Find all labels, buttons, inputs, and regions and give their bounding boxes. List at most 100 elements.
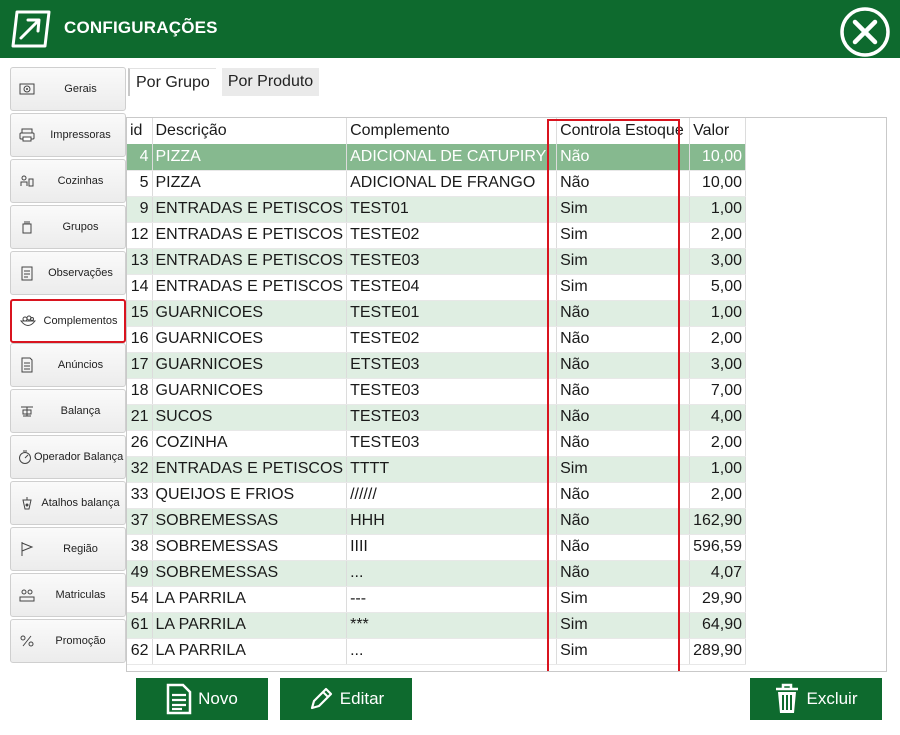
sidebar-item-observacoes[interactable]: Observações — [10, 251, 126, 295]
cell-valor: 1,00 — [689, 456, 747, 483]
new-button[interactable]: Novo — [136, 678, 268, 720]
cell-valor: 596,59 — [689, 534, 747, 561]
table-row[interactable]: 18 GUARNICOES TESTE03 Não 7,00 — [127, 378, 747, 405]
column-header-controla-estoque[interactable]: Controla Estoque — [556, 118, 691, 144]
trash-icon — [776, 683, 799, 713]
pencil-icon — [310, 687, 332, 710]
table-row[interactable]: 26 COZINHA TESTE03 Não 2,00 — [127, 430, 747, 457]
table-row[interactable]: 14 ENTRADAS E PETISCOS TESTE04 Sim 5,00 — [127, 274, 747, 301]
table-row[interactable]: 9 ENTRADAS E PETISCOS TEST01 Sim 1,00 — [127, 196, 747, 223]
sidebar-item-gerais[interactable]: Gerais — [10, 67, 126, 111]
table-row[interactable]: 33 QUEIJOS E FRIOS//////Não 2,00 — [127, 482, 747, 509]
cell-complemento: ADICIONAL DE FRANGO — [346, 170, 558, 197]
registration-icon — [16, 587, 38, 603]
cell-controla-estoque: Não — [556, 144, 691, 171]
sidebar-item-operador-balanca[interactable]: Operador Balança — [10, 435, 126, 479]
sidebar-item-label: Impressoras — [50, 129, 111, 141]
cell-controla-estoque: Não — [556, 534, 691, 561]
cell-controla-estoque: Sim — [556, 586, 691, 613]
cell-id: 61 — [127, 612, 153, 639]
sidebar-item-label: Observações — [48, 267, 113, 279]
table-row[interactable]: 13 ENTRADAS E PETISCOS TESTE03 Sim 3,00 — [127, 248, 747, 275]
sidebar-item-matriculas[interactable]: Matriculas — [10, 573, 126, 617]
tab-por-produto[interactable]: Por Produto — [221, 68, 320, 96]
cell-valor: 2,00 — [689, 430, 747, 457]
sidebar-item-promocao[interactable]: Promoção — [10, 619, 126, 663]
table-row[interactable]: 12 ENTRADAS E PETISCOS TESTE02 Sim 2,00 — [127, 222, 747, 249]
column-header-id[interactable]: id — [127, 118, 153, 144]
sidebar-item-anuncios[interactable]: Anúncios — [10, 343, 126, 387]
table-row[interactable]: 15 GUARNICOES TESTE01 Não 1,00 — [127, 300, 747, 327]
cell-id: 12 — [127, 222, 153, 249]
close-icon[interactable] — [838, 5, 892, 59]
delete-button[interactable]: Excluir — [750, 678, 882, 720]
sidebar-item-label: Anúncios — [57, 359, 104, 371]
cell-complemento: TESTE03 — [346, 430, 558, 457]
cell-valor: 5,00 — [689, 274, 747, 301]
table-row[interactable]: 61 LA PARRILA *** Sim 64,90 — [127, 612, 747, 639]
cell-descricao: GUARNICOES — [152, 352, 348, 379]
sidebar-item-regiao[interactable]: Região — [10, 527, 126, 571]
promotion-icon — [16, 633, 38, 649]
table-row[interactable]: 54 LA PARRILA --- Sim 29,90 — [127, 586, 747, 613]
table-row[interactable]: 4 PIZZA ADICIONAL DE CATUPIRY Não 10,00 — [127, 144, 747, 171]
table-row[interactable]: 16 GUARNICOES TESTE02 Não 2,00 — [127, 326, 747, 353]
cell-id: 13 — [127, 248, 153, 275]
cell-complemento: ... — [346, 560, 558, 587]
sidebar-item-impressoras[interactable]: Impressoras — [10, 113, 126, 157]
cell-id: 32 — [127, 456, 153, 483]
cell-controla-estoque: Não — [556, 482, 691, 509]
cell-valor: 64,90 — [689, 612, 747, 639]
flag-icon — [16, 541, 38, 557]
cell-valor: 289,90 — [689, 638, 747, 665]
cell-controla-estoque: Sim — [556, 222, 691, 249]
cell-controla-estoque: Sim — [556, 456, 691, 483]
cell-controla-estoque: Não — [556, 326, 691, 353]
sidebar-item-label: Cozinhas — [57, 175, 104, 187]
sidebar-item-label: Complementos — [43, 315, 118, 327]
sidebar-item-label: Gerais — [64, 83, 97, 95]
table-row[interactable]: 62 LA PARRILA... Sim 289,90 — [127, 638, 747, 665]
cell-descricao: GUARNICOES — [152, 378, 348, 405]
sidebar-item-atalhos-balanca[interactable]: Atalhos balança — [10, 481, 126, 525]
cell-id: 17 — [127, 352, 153, 379]
cell-controla-estoque: Não — [556, 378, 691, 405]
cell-controla-estoque: Sim — [556, 638, 691, 665]
table-row[interactable]: 17 GUARNICOES ETSTE03 Não 3,00 — [127, 352, 747, 379]
cell-id: 38 — [127, 534, 153, 561]
clipboard-icon — [16, 265, 38, 281]
table-row[interactable]: 37 SOBREMESSAS HHH Não 162,90 — [127, 508, 747, 535]
cell-controla-estoque: Sim — [556, 196, 691, 223]
cell-descricao: QUEIJOS E FRIOS — [152, 482, 348, 509]
table-row[interactable]: 38 SOBREMESSAS IIII Não 596,59 — [127, 534, 747, 561]
tab-por-grupo[interactable]: Por Grupo — [128, 68, 216, 96]
edit-button[interactable]: Editar — [280, 678, 412, 720]
cell-complemento: ////// — [346, 482, 558, 509]
cell-id: 14 — [127, 274, 153, 301]
cell-descricao: SOBREMESSAS — [152, 534, 348, 561]
sidebar-item-grupos[interactable]: Grupos — [10, 205, 126, 249]
table-row[interactable]: 5 PIZZA ADICIONAL DE FRANGO Não 10,00 — [127, 170, 747, 197]
printer-icon — [16, 127, 38, 143]
cell-descricao: PIZZA — [152, 144, 348, 171]
column-header-descricao[interactable]: Descrição — [152, 118, 348, 144]
sidebar-item-balanca[interactable]: Balança — [10, 389, 126, 433]
sidebar-item-cozinhas[interactable]: Cozinhas — [10, 159, 126, 203]
sidebar-item-complementos[interactable]: Complementos — [10, 299, 126, 343]
cell-id: 26 — [127, 430, 153, 457]
column-header-complemento[interactable]: Complemento — [346, 118, 558, 144]
table-row[interactable]: 32 ENTRADAS E PETISCOS TTTT Sim 1,00 — [127, 456, 747, 483]
scale-shortcut-icon — [16, 495, 38, 511]
cell-valor: 1,00 — [689, 196, 747, 223]
scale-icon — [16, 403, 38, 419]
cell-controla-estoque: Não — [556, 430, 691, 457]
cell-id: 18 — [127, 378, 153, 405]
cell-id: 4 — [127, 144, 153, 171]
column-header-valor[interactable]: Valor — [689, 118, 747, 144]
complements-grid: id Descrição Complemento Controla Estoqu… — [126, 117, 887, 672]
main-panel: Por Grupo Por Produto id Descrição Compl… — [126, 66, 900, 735]
cell-controla-estoque: Sim — [556, 248, 691, 275]
table-row[interactable]: 21 SUCOS TESTE03 Não 4,00 — [127, 404, 747, 431]
cell-id: 54 — [127, 586, 153, 613]
table-row[interactable]: 49 SOBREMESSAS... Não 4,07 — [127, 560, 747, 587]
